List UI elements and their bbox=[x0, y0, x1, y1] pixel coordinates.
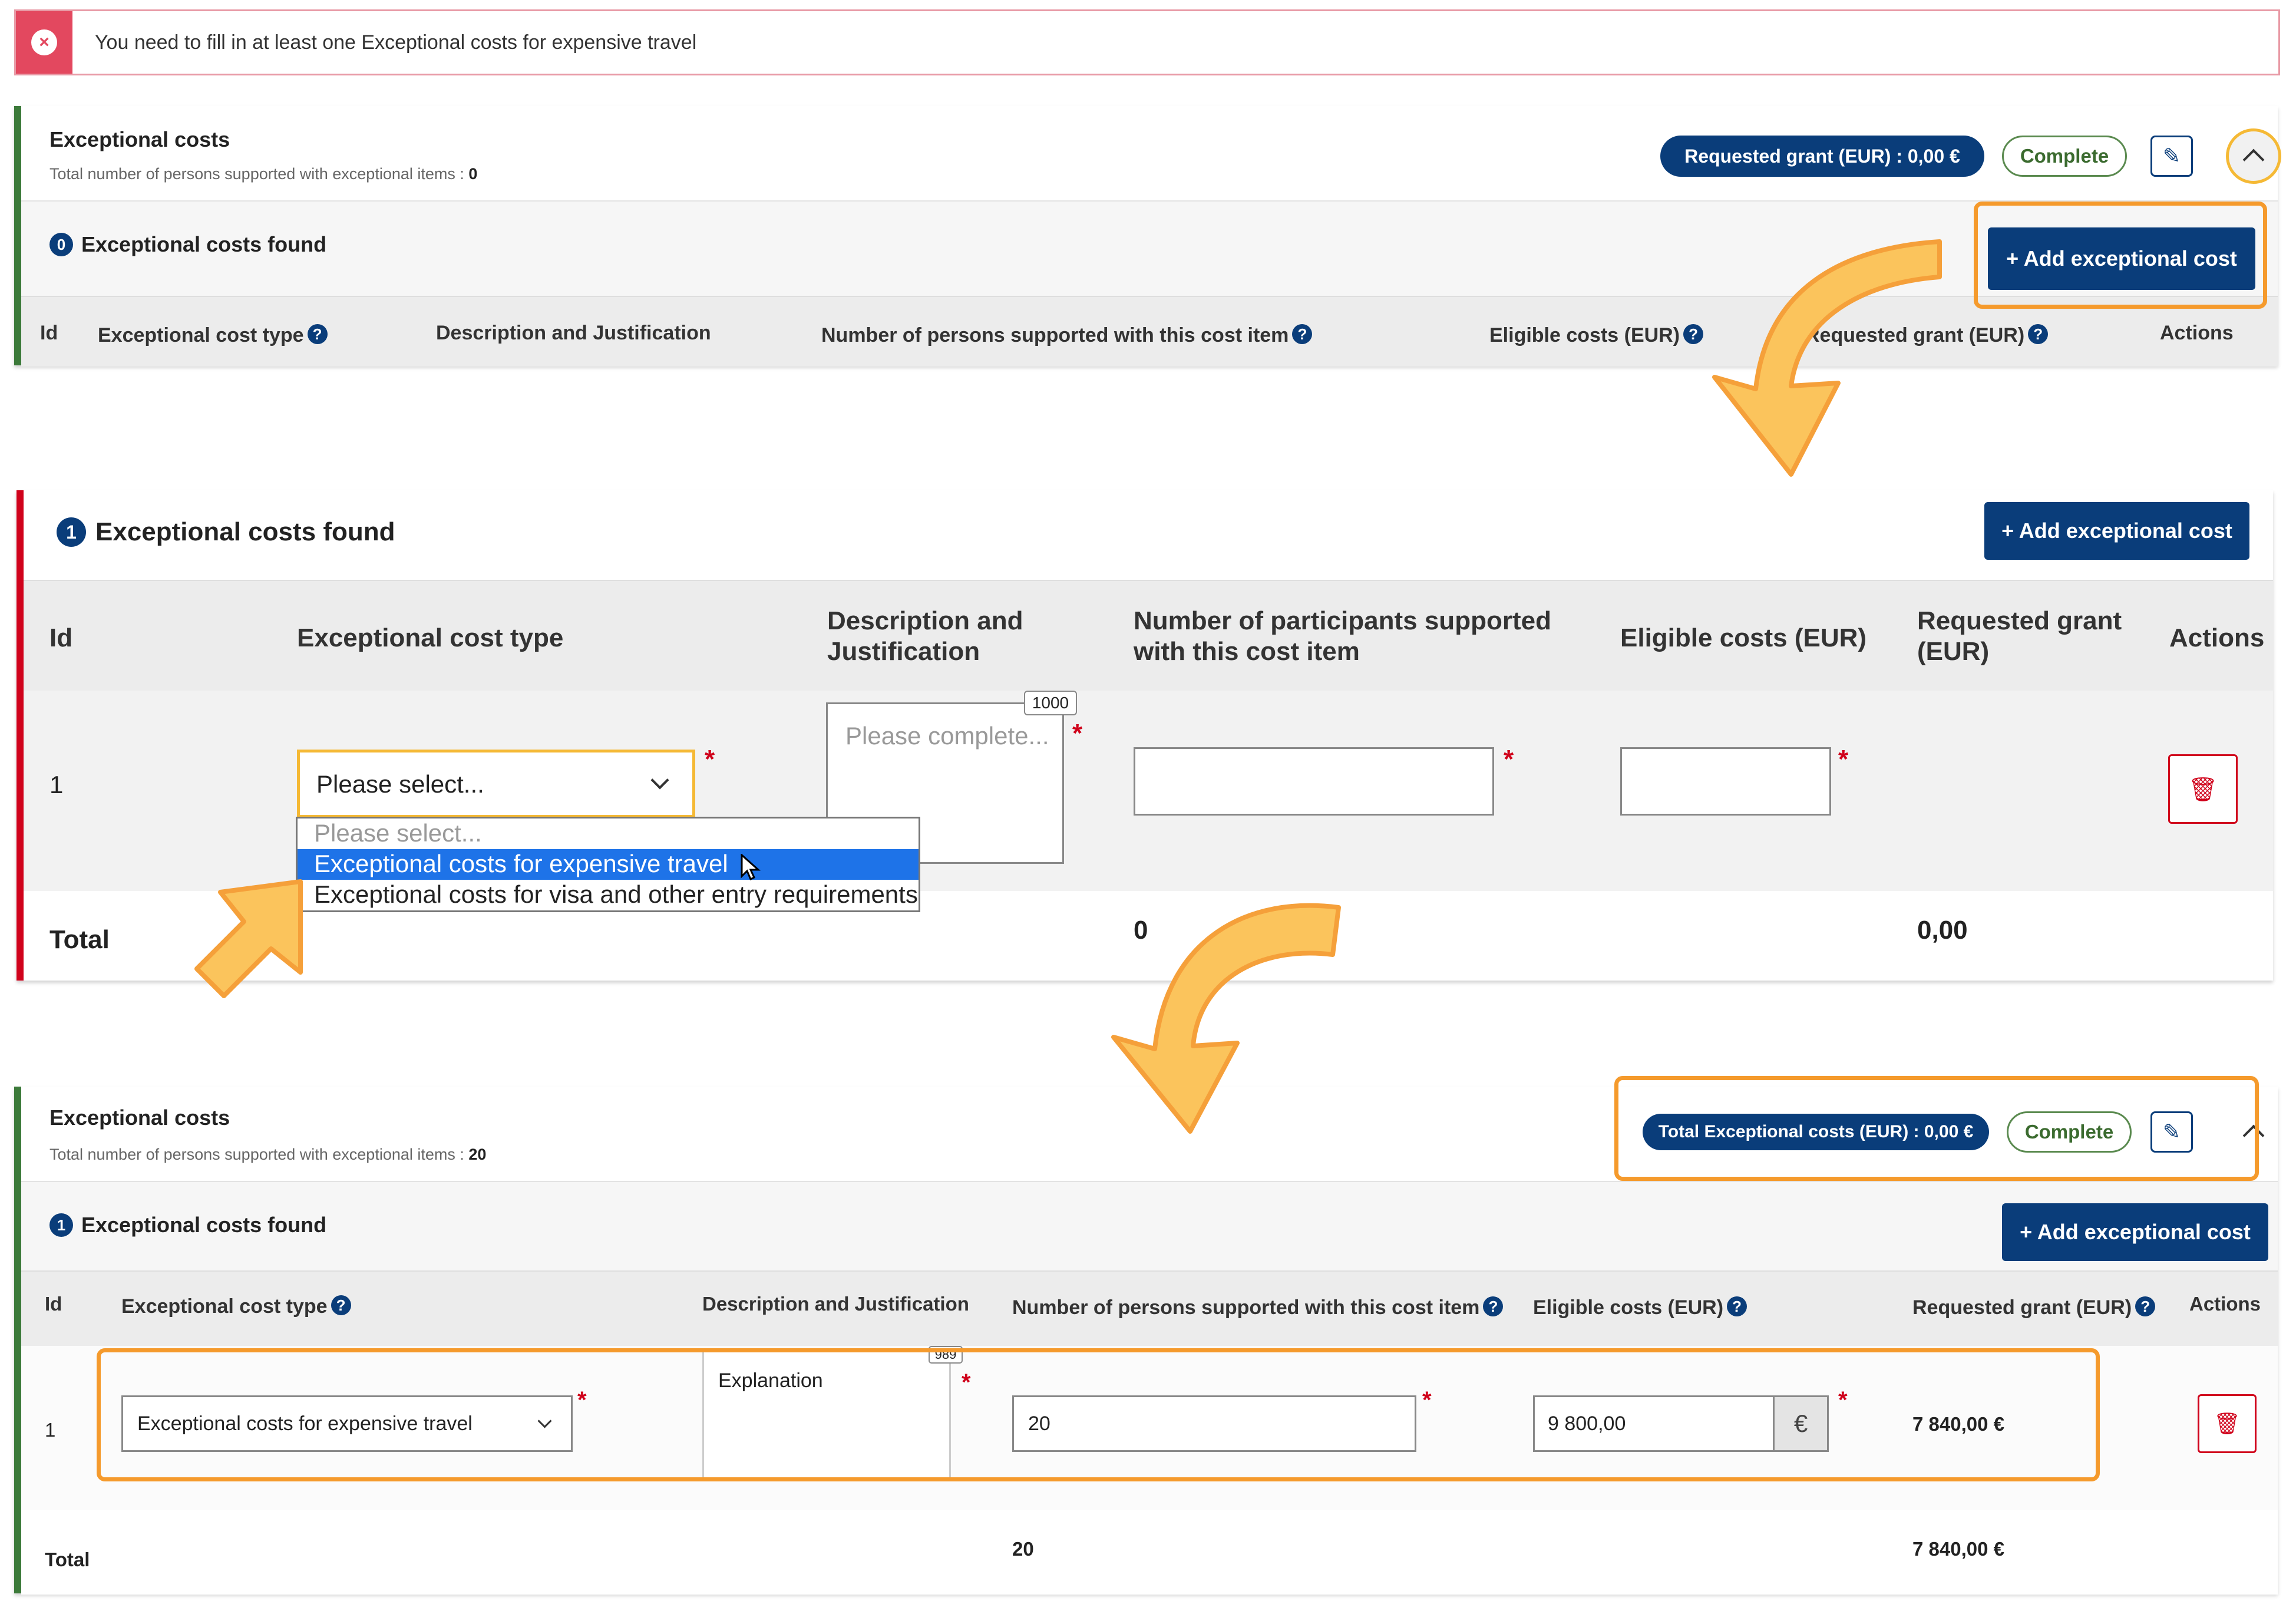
required-marker: * bbox=[1072, 719, 1083, 748]
found-count-badge: 1 bbox=[57, 517, 86, 547]
persons-count: 0 bbox=[468, 165, 478, 183]
panel-subtitle: Total number of persons supported with e… bbox=[49, 1146, 487, 1163]
total-grant: 0,00 bbox=[1917, 916, 1968, 945]
required-marker: * bbox=[705, 745, 715, 774]
col-grant: Requested grant (EUR) bbox=[1917, 606, 2122, 666]
col-description: Description and Justification bbox=[436, 322, 711, 344]
row-id: 1 bbox=[45, 1419, 56, 1441]
trash-icon: 🗑 bbox=[2214, 1411, 2241, 1435]
dropdown-option[interactable]: Exceptional costs for visa and other ent… bbox=[298, 880, 919, 910]
add-exceptional-cost-button[interactable]: + Add exceptional cost bbox=[2002, 1203, 2268, 1261]
status-complete-badge: Complete bbox=[2002, 136, 2127, 177]
pointer-arrow bbox=[194, 879, 303, 998]
eligible-costs-input[interactable] bbox=[1620, 747, 1831, 816]
curved-arrow-2 bbox=[1111, 903, 1341, 1134]
delete-row-button[interactable]: 🗑 bbox=[2198, 1394, 2257, 1453]
col-description: Description and Justification bbox=[702, 1293, 969, 1315]
col-type: Exceptional cost type bbox=[297, 623, 564, 652]
table-header: Id Exceptional cost type Description and… bbox=[24, 580, 2273, 691]
total-label: Total bbox=[45, 1549, 90, 1570]
total-grant: 7 840,00 € bbox=[1912, 1538, 2004, 1560]
alert-icon-box: × bbox=[16, 11, 72, 74]
delete-row-button[interactable]: 🗑 bbox=[2168, 754, 2238, 824]
collapse-button[interactable] bbox=[2226, 128, 2281, 184]
chevron-up-icon bbox=[2242, 148, 2265, 171]
col-id: Id bbox=[40, 322, 58, 344]
col-id: Id bbox=[49, 623, 73, 652]
help-icon[interactable]: ? bbox=[1292, 324, 1313, 344]
col-description: Description and Justification bbox=[827, 606, 1023, 666]
curved-arrow-1 bbox=[1712, 239, 1942, 477]
table-header: Id Exceptional cost type? Description an… bbox=[21, 1270, 2278, 1346]
close-circle-icon: × bbox=[31, 29, 57, 55]
requested-grant-badge: Requested grant (EUR) : 0,00 € bbox=[1660, 136, 1984, 177]
help-icon[interactable]: ? bbox=[1483, 1296, 1504, 1316]
col-type: Exceptional cost type? bbox=[121, 1295, 351, 1318]
dropdown-option[interactable]: Please select... bbox=[298, 818, 919, 849]
found-count-badge: 1 bbox=[49, 1213, 73, 1237]
highlight-header-summary bbox=[1614, 1076, 2259, 1181]
select-value: Please select... bbox=[316, 770, 484, 798]
found-count-label: 0 Exceptional costs found bbox=[49, 232, 326, 257]
help-icon[interactable]: ? bbox=[331, 1295, 351, 1315]
help-icon[interactable]: ? bbox=[2028, 324, 2049, 344]
dropdown-option-selected[interactable]: Exceptional costs for expensive travel bbox=[298, 849, 919, 880]
total-label: Total bbox=[49, 925, 110, 954]
required-marker: * bbox=[1504, 745, 1514, 774]
highlight-filled-row bbox=[97, 1348, 2100, 1481]
help-icon[interactable]: ? bbox=[307, 324, 328, 344]
participants-input[interactable] bbox=[1134, 747, 1494, 816]
char-limit-badge: 1000 bbox=[1024, 691, 1077, 715]
description-placeholder: Please complete... bbox=[845, 722, 1049, 750]
col-type: Exceptional cost type? bbox=[98, 324, 328, 347]
edit-button[interactable]: ✎ bbox=[2150, 136, 2193, 177]
col-eligible: Eligible costs (EUR)? bbox=[1533, 1296, 1747, 1319]
add-exceptional-cost-button[interactable]: + Add exceptional cost bbox=[1984, 502, 2249, 560]
help-icon[interactable]: ? bbox=[2135, 1296, 2156, 1316]
col-eligible: Eligible costs (EUR)? bbox=[1489, 324, 1704, 347]
total-row: Total 20 7 840,00 € bbox=[21, 1510, 2278, 1595]
col-actions: Actions bbox=[2189, 1293, 2261, 1315]
col-persons: Number of persons supported with this co… bbox=[821, 324, 1313, 347]
mouse-cursor-icon bbox=[741, 854, 761, 881]
pencil-icon: ✎ bbox=[2162, 144, 2181, 168]
found-count-badge: 0 bbox=[49, 233, 73, 256]
trash-icon: 🗑 bbox=[2188, 776, 2218, 803]
highlight-add-button bbox=[1974, 202, 2267, 309]
panel-title: Exceptional costs bbox=[49, 127, 230, 151]
persons-count: 20 bbox=[468, 1146, 487, 1163]
required-marker: * bbox=[1838, 745, 1849, 774]
col-id: Id bbox=[45, 1293, 62, 1315]
found-count-label: 1 Exceptional costs found bbox=[57, 517, 395, 547]
cost-type-select[interactable]: Please select... bbox=[297, 750, 695, 818]
col-persons: Number of persons supported with this co… bbox=[1012, 1296, 1504, 1319]
col-participants: Number of participants supported with th… bbox=[1134, 606, 1551, 666]
chevron-down-icon bbox=[650, 771, 669, 790]
panel-title: Exceptional costs bbox=[49, 1105, 230, 1130]
alert-message: You need to fill in at least one Excepti… bbox=[95, 31, 697, 54]
help-icon[interactable]: ? bbox=[1727, 1296, 1747, 1316]
panel-subtitle: Total number of persons supported with e… bbox=[49, 165, 478, 183]
col-grant: Requested grant (EUR)? bbox=[1912, 1296, 2156, 1319]
cost-type-dropdown: Please select... Exceptional costs for e… bbox=[296, 817, 920, 912]
error-alert: × You need to fill in at least one Excep… bbox=[14, 9, 2280, 75]
total-persons: 20 bbox=[1012, 1538, 1034, 1560]
col-actions: Actions bbox=[2160, 322, 2234, 344]
row-id: 1 bbox=[49, 771, 64, 798]
col-eligible: Eligible costs (EUR) bbox=[1620, 623, 1867, 652]
found-count-label: 1 Exceptional costs found bbox=[49, 1213, 326, 1237]
col-actions: Actions bbox=[2169, 623, 2265, 652]
